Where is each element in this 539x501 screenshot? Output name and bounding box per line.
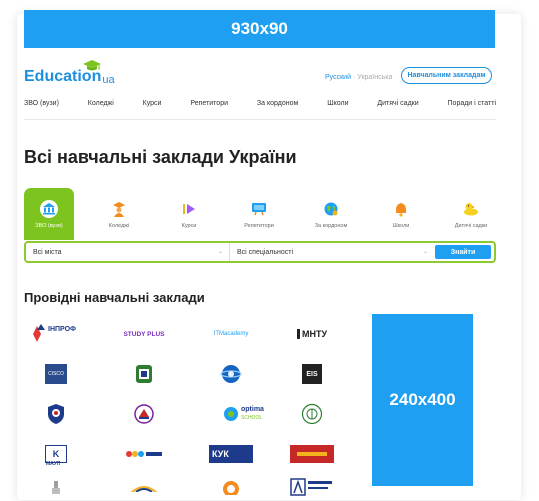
category-label: Репетитори — [244, 223, 274, 229]
ad-banner-top[interactable]: 930x90 — [24, 10, 495, 48]
bell-icon — [394, 198, 408, 220]
inprof-logo-text: ІНПРОФ — [48, 326, 77, 333]
lang-separator: · — [352, 74, 356, 81]
cisco-logo-text: CISCO — [48, 371, 64, 377]
institution-logo-seal[interactable] — [282, 400, 342, 428]
itm-logo-text: ITMacademy — [213, 331, 249, 337]
institution-logo-studyplus[interactable]: STUDY PLUS — [114, 320, 174, 348]
main-nav: ЗВО (вузи) Коледжі Курси Репетитори За к… — [24, 100, 496, 114]
globe-logo-icon — [220, 365, 242, 383]
globe-icon — [323, 198, 339, 220]
graduate-icon — [112, 198, 126, 220]
section-title: Провідні навчальні заклади — [24, 290, 205, 305]
university-icon — [39, 198, 59, 220]
chevron-down-icon: ⌄ — [217, 249, 223, 255]
category-kindergartens[interactable]: Дитячі садки — [446, 188, 496, 240]
institution-logo-globe[interactable] — [201, 360, 261, 388]
category-universities[interactable]: ЗВО (вузи) — [24, 188, 74, 240]
frame-logo-icon — [290, 478, 332, 496]
institution-logo-red[interactable] — [282, 440, 342, 468]
institution-logo-emblem[interactable] — [114, 400, 174, 428]
play-icon — [182, 198, 196, 220]
specialty-select-value: Всі спеціальності — [237, 248, 294, 256]
graduation-cap-icon — [83, 60, 101, 71]
institution-logo-round[interactable] — [201, 473, 261, 501]
nav-item-articles[interactable]: Поради і статті — [448, 100, 496, 114]
nav-item-universities[interactable]: ЗВО (вузи) — [24, 100, 59, 114]
category-label: Школи — [392, 223, 410, 229]
page-title: Всі навчальні заклади України — [24, 147, 297, 167]
category-label: Коледжі — [108, 223, 130, 229]
lang-uk-link[interactable]: Українська — [357, 74, 392, 81]
city-select[interactable]: Всі міста ⌄ — [26, 243, 230, 261]
institution-logo-arc[interactable] — [114, 473, 174, 501]
kuk-logo-text: КУК — [212, 449, 229, 459]
institution-logo-frame[interactable] — [282, 473, 342, 501]
board-icon — [251, 198, 267, 220]
institution-logo-shield[interactable] — [26, 400, 86, 428]
language-switcher: Русский · Українська — [325, 74, 392, 81]
optima-logo-subtext: SCHOOL — [241, 415, 263, 421]
site-logo[interactable]: Education ua — [24, 60, 115, 86]
institution-logo-inprof[interactable]: ІНПРОФ — [26, 320, 86, 348]
nav-item-kindergartens[interactable]: Дитячі садки — [377, 100, 418, 114]
category-abroad[interactable]: За кордоном — [306, 188, 356, 240]
specialty-select[interactable]: Всі спеціальності ⌄ — [230, 243, 434, 261]
category-tutors[interactable]: Репетитори — [234, 188, 284, 240]
institution-logo-maup[interactable]: K МАУП — [26, 440, 86, 468]
shield-logo-icon — [48, 404, 64, 424]
search-bar: Всі міста ⌄ Всі спеціальності ⌄ Знайти — [24, 241, 496, 263]
institution-logo-tower[interactable] — [26, 473, 86, 501]
colorful-logo-icon — [126, 451, 162, 457]
nav-divider — [24, 119, 496, 120]
ad-banner-side[interactable]: 240x400 — [372, 314, 473, 486]
nav-item-schools[interactable]: Школи — [327, 100, 348, 114]
arc-logo-icon — [131, 486, 157, 492]
institutions-button[interactable]: Навчальним закладам — [401, 67, 492, 84]
mntu-logo-text: МНТУ — [296, 329, 327, 339]
category-colleges[interactable]: Коледжі — [94, 188, 144, 240]
crest-logo-icon — [136, 365, 152, 383]
institution-logo-mntu[interactable]: МНТУ — [282, 320, 342, 348]
round-logo-icon — [223, 481, 239, 495]
category-schools[interactable]: Школи — [376, 188, 426, 240]
logo-suffix: ua — [102, 74, 115, 86]
optima-logo-icon — [224, 407, 238, 421]
category-courses[interactable]: Курси — [164, 188, 214, 240]
institution-logo-optima[interactable]: optima SCHOOL — [201, 400, 264, 428]
institution-logo-kuk[interactable]: КУК — [201, 440, 261, 468]
optima-logo-text: optima — [241, 406, 264, 413]
eis-logo-text: EIS — [306, 370, 318, 378]
nav-item-abroad[interactable]: За кордоном — [257, 100, 298, 114]
find-button[interactable]: Знайти — [435, 245, 491, 259]
lang-ru-link[interactable]: Русский — [325, 74, 351, 81]
category-label: Дитячі садки — [454, 223, 488, 229]
institution-logo-eis[interactable]: EIS — [282, 360, 342, 388]
ad-banner-top-label: 930x90 — [231, 19, 288, 38]
red-banner-logo-icon — [290, 445, 334, 463]
category-label: Курси — [181, 223, 197, 229]
chevron-down-icon: ⌄ — [422, 249, 428, 255]
institution-logo-crest-2[interactable] — [114, 360, 174, 388]
studyplus-logo-text: STUDY PLUS — [123, 330, 165, 338]
category-label: ЗВО (вузи) — [35, 223, 63, 229]
institution-logo-colorful[interactable] — [114, 440, 174, 468]
category-label: За кордоном — [314, 223, 348, 229]
seal-logo-icon — [301, 403, 323, 425]
maup-logo-text: МАУП — [46, 461, 61, 467]
emblem-logo-icon — [134, 404, 154, 424]
nav-item-tutors[interactable]: Репетитори — [190, 100, 228, 114]
tower-logo-icon — [52, 481, 60, 494]
ad-banner-side-label: 240x400 — [389, 390, 456, 409]
nav-item-courses[interactable]: Курси — [143, 100, 162, 114]
institution-logo-cisco[interactable]: CISCO — [26, 360, 86, 388]
city-select-value: Всі міста — [33, 248, 62, 256]
category-tabs: ЗВО (вузи) Коледжі Курси Репетитори За к… — [24, 188, 499, 240]
nav-item-colleges[interactable]: Коледжі — [88, 100, 114, 114]
institution-logo-itm[interactable]: ITMacademy — [201, 320, 261, 348]
duck-icon — [463, 198, 479, 220]
